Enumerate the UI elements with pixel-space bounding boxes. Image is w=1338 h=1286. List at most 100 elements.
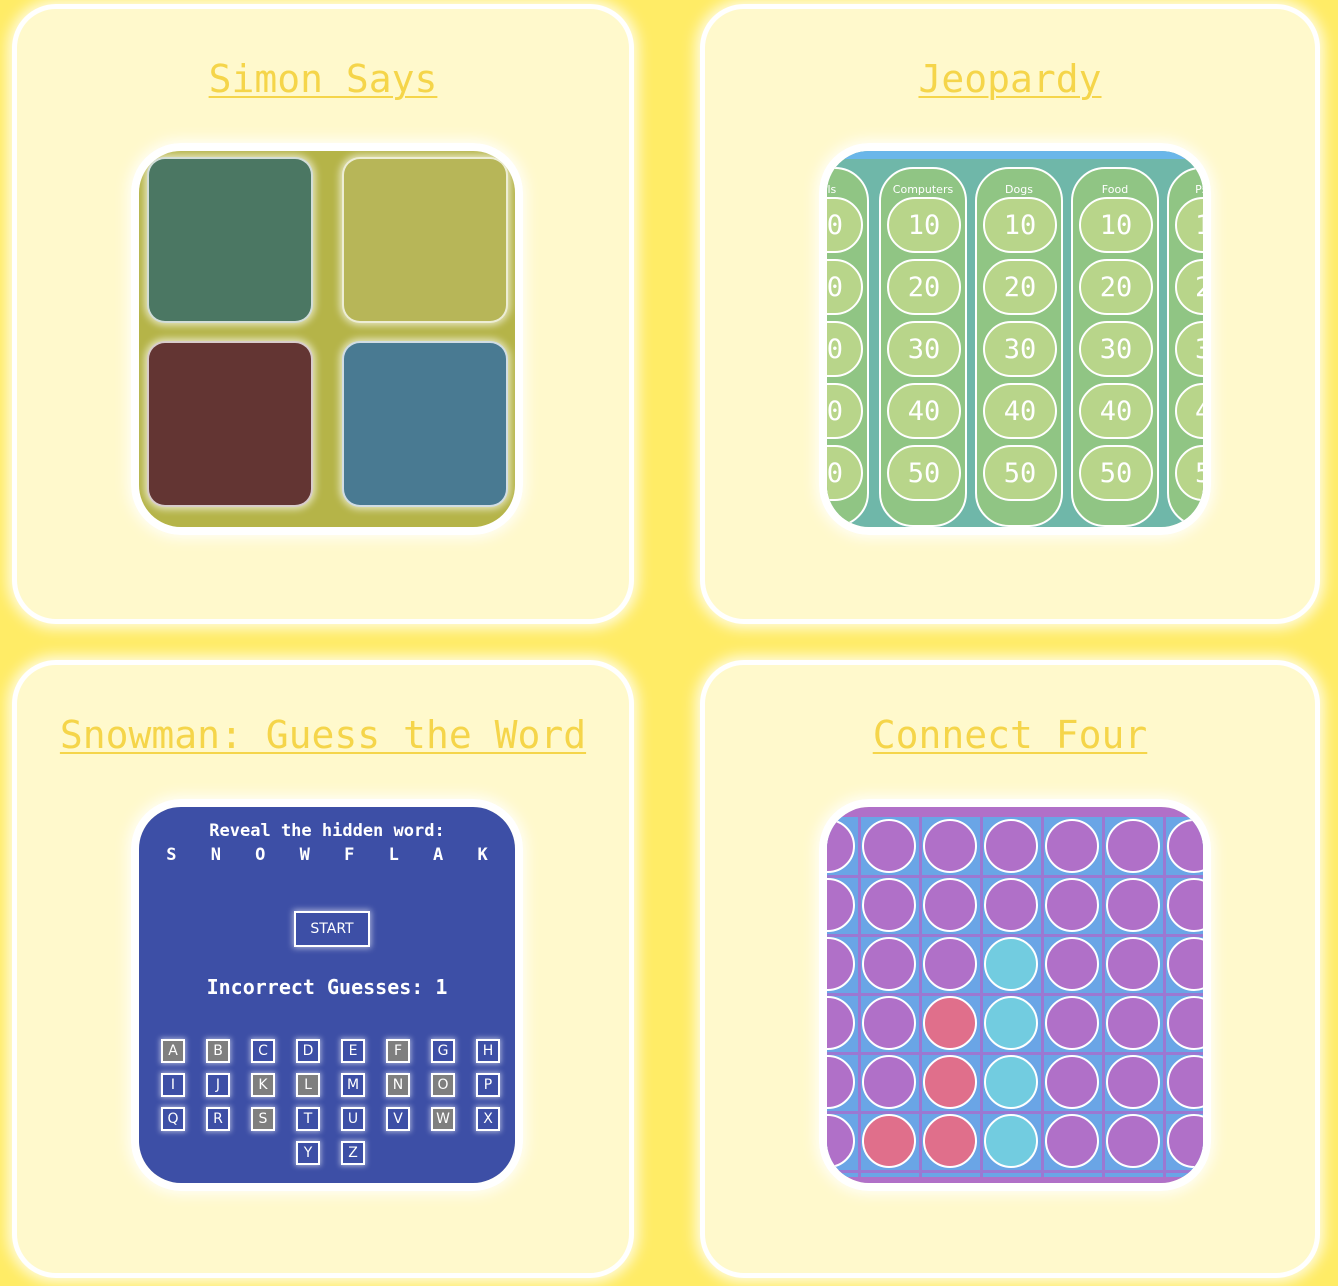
board-slot-empty[interactable]	[1045, 996, 1099, 1050]
letter-key-z[interactable]: Z	[341, 1141, 365, 1165]
board-slot-empty[interactable]	[862, 878, 916, 932]
simon-pad-red[interactable]	[147, 341, 313, 507]
board-slot-empty[interactable]	[984, 819, 1038, 873]
connect-four-card: Connect Four	[700, 660, 1320, 1278]
jeopardy-value-cell[interactable]: 3	[1175, 321, 1203, 377]
letter-key-s[interactable]: S	[251, 1107, 275, 1131]
letter-key-k[interactable]: K	[251, 1073, 275, 1097]
letter-key-y[interactable]: Y	[296, 1141, 320, 1165]
letter-key-x[interactable]: X	[476, 1107, 500, 1131]
simon-pad-yellow[interactable]	[342, 157, 508, 323]
simon-pad-blue[interactable]	[342, 341, 508, 507]
board-slot-empty[interactable]	[984, 878, 1038, 932]
letter-key-t[interactable]: T	[296, 1107, 320, 1131]
letter-key-q[interactable]: Q	[161, 1107, 185, 1131]
board-slot-empty[interactable]	[1045, 819, 1099, 873]
jeopardy-value-cell[interactable]: 10	[983, 197, 1057, 253]
jeopardy-value-cell[interactable]: 30	[1079, 321, 1153, 377]
letter-key-v[interactable]: V	[386, 1107, 410, 1131]
letter-key-f[interactable]: F	[386, 1039, 410, 1063]
letter-key-b[interactable]: B	[206, 1039, 230, 1063]
jeopardy-value-cell[interactable]: 50	[983, 445, 1057, 501]
jeopardy-value-cell[interactable]: 20	[983, 259, 1057, 315]
jeopardy-value-cell[interactable]: 5	[1175, 445, 1203, 501]
letter-key-l[interactable]: L	[296, 1073, 320, 1097]
letter-key-e[interactable]: E	[341, 1039, 365, 1063]
jeopardy-value-cell[interactable]: 0	[827, 197, 863, 253]
jeopardy-value-cell[interactable]: 0	[827, 259, 863, 315]
jeopardy-value-cell[interactable]: 40	[983, 383, 1057, 439]
board-slot-cyan[interactable]	[984, 937, 1038, 991]
jeopardy-value-cell[interactable]: 0	[827, 321, 863, 377]
simon-pad-green[interactable]	[147, 157, 313, 323]
connect-four-preview[interactable]	[819, 799, 1211, 1191]
letter-key-d[interactable]: D	[296, 1039, 320, 1063]
letter-key-o[interactable]: O	[431, 1073, 455, 1097]
snowman-preview[interactable]: Reveal the hidden word: S N O W F L A K …	[131, 799, 523, 1191]
board-slot-empty[interactable]	[862, 937, 916, 991]
reveal-label: Reveal the hidden word:	[209, 821, 445, 841]
snowman-board: Reveal the hidden word: S N O W F L A K …	[139, 807, 515, 1183]
jeopardy-value-cell[interactable]: 0	[827, 445, 863, 501]
jeopardy-value-cell[interactable]: 20	[887, 259, 961, 315]
connect-four-link[interactable]: Connect Four	[705, 713, 1315, 757]
jeopardy-value-cell[interactable]: 40	[887, 383, 961, 439]
letter-key-i[interactable]: I	[161, 1073, 185, 1097]
board-slot-empty[interactable]	[1045, 878, 1099, 932]
board-slot-empty[interactable]	[1045, 1055, 1099, 1109]
board-slot-empty[interactable]	[1045, 1114, 1099, 1168]
letter-key-n[interactable]: N	[386, 1073, 410, 1097]
jeopardy-value-cell[interactable]: 2	[1175, 259, 1203, 315]
letter-key-u[interactable]: U	[341, 1107, 365, 1131]
board-slot-red[interactable]	[923, 996, 977, 1050]
grid-line	[858, 817, 861, 1177]
jeopardy-value-cell[interactable]: 1	[1175, 197, 1203, 253]
board-slot-cyan[interactable]	[984, 1055, 1038, 1109]
letter-key-j[interactable]: J	[206, 1073, 230, 1097]
jeopardy-link[interactable]: Jeopardy	[705, 57, 1315, 101]
board-slot-empty[interactable]	[1106, 996, 1160, 1050]
jeopardy-top-bar	[827, 151, 1203, 159]
board-slot-empty[interactable]	[1106, 937, 1160, 991]
board-slot-empty[interactable]	[1106, 878, 1160, 932]
letter-key-a[interactable]: A	[161, 1039, 185, 1063]
board-slot-cyan[interactable]	[984, 1114, 1038, 1168]
jeopardy-value-cell[interactable]: 30	[983, 321, 1057, 377]
jeopardy-value-cell[interactable]: 10	[887, 197, 961, 253]
jeopardy-value-cell[interactable]: 50	[1079, 445, 1153, 501]
jeopardy-value-cell[interactable]: 20	[1079, 259, 1153, 315]
letter-key-w[interactable]: W	[431, 1107, 455, 1131]
board-slot-empty[interactable]	[1106, 1055, 1160, 1109]
jeopardy-value-cell[interactable]: 50	[887, 445, 961, 501]
letter-key-p[interactable]: P	[476, 1073, 500, 1097]
board-slot-empty[interactable]	[923, 819, 977, 873]
grid-line	[1041, 817, 1044, 1177]
letter-key-c[interactable]: C	[251, 1039, 275, 1063]
letter-key-r[interactable]: R	[206, 1107, 230, 1131]
board-slot-empty[interactable]	[862, 819, 916, 873]
simon-says-link[interactable]: Simon Says	[17, 57, 629, 101]
jeopardy-value-cell[interactable]: 0	[827, 383, 863, 439]
board-slot-empty[interactable]	[923, 878, 977, 932]
board-slot-empty[interactable]	[1045, 937, 1099, 991]
board-slot-empty[interactable]	[862, 1055, 916, 1109]
board-slot-empty[interactable]	[1106, 1114, 1160, 1168]
jeopardy-value-cell[interactable]: 10	[1079, 197, 1153, 253]
simon-says-preview[interactable]	[131, 143, 523, 535]
board-slot-empty[interactable]	[923, 937, 977, 991]
letter-key-m[interactable]: M	[341, 1073, 365, 1097]
board-slot-red[interactable]	[923, 1055, 977, 1109]
start-button[interactable]: START	[294, 911, 370, 947]
board-slot-red[interactable]	[862, 1114, 916, 1168]
board-slot-empty[interactable]	[1106, 819, 1160, 873]
snowman-link[interactable]: Snowman: Guess the Word	[17, 713, 629, 757]
letter-key-g[interactable]: G	[431, 1039, 455, 1063]
board-slot-cyan[interactable]	[984, 996, 1038, 1050]
board-slot-red[interactable]	[923, 1114, 977, 1168]
jeopardy-value-cell[interactable]: 30	[887, 321, 961, 377]
jeopardy-preview[interactable]: nals00000Computers1020304050Dogs10203040…	[819, 143, 1211, 535]
letter-key-h[interactable]: H	[476, 1039, 500, 1063]
jeopardy-value-cell[interactable]: 4	[1175, 383, 1203, 439]
board-slot-empty[interactable]	[862, 996, 916, 1050]
jeopardy-value-cell[interactable]: 40	[1079, 383, 1153, 439]
